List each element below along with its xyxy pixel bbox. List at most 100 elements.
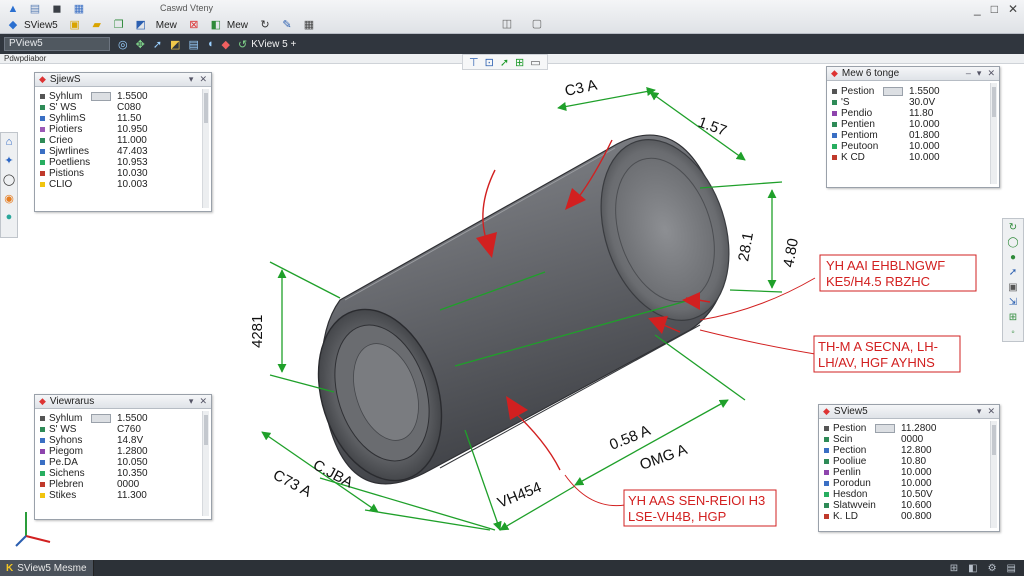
app-logo-icon[interactable]: ▲ <box>6 3 20 16</box>
green-circle-icon[interactable]: ● <box>1010 252 1016 263</box>
panel-menu-icon[interactable]: ▾ <box>189 396 194 407</box>
list-status-icon[interactable]: ▤ <box>1007 563 1016 574</box>
property-row[interactable]: Pe.DA 10.050 <box>35 457 211 468</box>
print-icon[interactable]: ▦ <box>72 3 86 16</box>
shape-icon[interactable]: ◆ <box>222 38 230 51</box>
property-row[interactable]: Syhons 14.8V <box>35 435 211 446</box>
measure-tool-icon[interactable]: ◖ <box>207 38 214 50</box>
panel-close-icon[interactable]: ✕ <box>987 406 995 417</box>
panel-close-icon[interactable]: ✕ <box>987 68 995 79</box>
grid-status-icon[interactable]: ⊞ <box>950 563 958 574</box>
snap-icon[interactable]: ⊞ <box>515 56 524 69</box>
property-input-box[interactable] <box>875 424 895 433</box>
rotate-right-icon[interactable]: ↻ <box>1009 222 1017 233</box>
properties-panel-top-left[interactable]: ◆ SjiewS ▾ ✕ Syhlum 1.5500 S' WS C080 SyhlimS… <box>34 72 212 212</box>
property-row[interactable]: Hesdon 10.50V <box>819 489 999 500</box>
panel-scrollbar[interactable] <box>990 83 997 184</box>
rotate-view-icon[interactable]: ◯ <box>3 173 15 186</box>
fit-view-icon[interactable]: ⊡ <box>485 56 494 69</box>
panel-close-icon[interactable]: ✕ <box>199 396 207 407</box>
cube-icon[interactable]: ◩ <box>170 38 180 51</box>
properties-panel-bottom-right[interactable]: ◆ SView5 ▾ ✕ Pestion 11.2800 Scin 0000 Pectio… <box>818 404 1000 532</box>
property-row[interactable]: Slatwvein 10.600 <box>819 500 999 511</box>
mesh-right-icon[interactable]: ⊞ <box>1009 312 1017 323</box>
property-row[interactable]: Penlin 10.000 <box>819 467 999 478</box>
property-row[interactable]: Pentien 10.000 <box>827 119 999 130</box>
properties-panel-top-right[interactable]: ◆ Mew 6 tonge – ▾ ✕ Pestion 1.5500 'S 30.0V Pe… <box>826 66 1000 188</box>
copy-icon[interactable]: ❐ <box>112 19 126 32</box>
home-view-icon[interactable]: ⌂ <box>6 136 13 148</box>
settings-status-icon[interactable]: ⚙ <box>988 563 997 574</box>
property-input-box[interactable] <box>91 92 111 101</box>
minimize-button[interactable]: _ <box>974 2 981 16</box>
cursor-right-icon[interactable]: ➚ <box>1009 267 1017 278</box>
maximize-button[interactable]: □ <box>991 2 998 16</box>
annotate-icon[interactable]: ✎ <box>280 19 294 32</box>
orient-icon[interactable]: ➚ <box>500 56 509 69</box>
app-label[interactable]: SView5 <box>24 20 58 31</box>
new-file-icon[interactable]: ▤ <box>28 3 42 16</box>
panel-scrollbar[interactable] <box>202 89 209 208</box>
property-row[interactable]: Pestion 11.2800 <box>819 423 999 434</box>
color-wheel-icon[interactable]: ◉ <box>4 192 14 205</box>
property-row[interactable]: Pendio 11.80 <box>827 108 999 119</box>
panel-menu-icon[interactable]: ▾ <box>189 74 194 85</box>
circle-tool-icon[interactable]: ◯ <box>1007 237 1018 248</box>
property-row[interactable]: Pentiom 01.800 <box>827 130 999 141</box>
panel-scrollbar[interactable] <box>202 411 209 516</box>
section-icon[interactable]: ◧ <box>209 19 223 32</box>
settings-icon[interactable]: ▭ <box>530 56 540 69</box>
refresh-icon[interactable]: ↺ <box>238 38 247 51</box>
property-row[interactable]: Piegom 1.2800 <box>35 446 211 457</box>
panel-header[interactable]: ◆ SView5 ▾ ✕ <box>819 405 999 419</box>
property-row[interactable]: Plebren 0000 <box>35 479 211 490</box>
property-row[interactable]: Sichens 10.350 <box>35 468 211 479</box>
property-input-box[interactable] <box>883 87 903 96</box>
property-row[interactable]: K CD 10.000 <box>827 152 999 163</box>
panel-scrollbar[interactable] <box>990 421 997 528</box>
property-row[interactable]: Sjwrlines 47.403 <box>35 146 211 157</box>
orbit-icon[interactable]: ✦ <box>4 154 13 167</box>
callout-1[interactable]: YH AAI EHBLNGWF KE5/H4.5 RBZHC <box>819 254 977 292</box>
layers-icon[interactable]: ◩ <box>134 19 148 32</box>
panel-header[interactable]: ◆ Viewrarus ▾ ✕ <box>35 395 211 409</box>
panel-menu-icon[interactable]: ▾ <box>977 406 982 417</box>
document-tab[interactable]: K SView5 Mesme <box>0 560 94 576</box>
properties-panel-bottom-left[interactable]: ◆ Viewrarus ▾ ✕ Syhlum 1.5500 S' WS C760 Syho… <box>34 394 212 520</box>
property-row[interactable]: S' WS C080 <box>35 102 211 113</box>
property-row[interactable]: Porodun 10.000 <box>819 478 999 489</box>
grid-icon[interactable]: ▦ <box>302 19 316 32</box>
folder-icon[interactable]: ▣ <box>68 19 82 32</box>
panel-header[interactable]: ◆ Mew 6 tonge – ▾ ✕ <box>827 67 999 81</box>
view-label-2[interactable]: Mew <box>227 20 248 31</box>
zoom-icon[interactable]: ◎ <box>118 38 128 51</box>
property-row[interactable]: 'S 30.0V <box>827 97 999 108</box>
property-row[interactable]: Poetliens 10.953 <box>35 157 211 168</box>
panel-minimize-icon[interactable]: – <box>966 68 971 79</box>
view-dropdown[interactable]: PView5 <box>4 37 110 51</box>
view-label-1[interactable]: Mew <box>156 20 177 31</box>
property-row[interactable]: Pistions 10.030 <box>35 168 211 179</box>
app-menu-icon[interactable]: ◆ <box>6 19 20 32</box>
callout-3[interactable]: YH AAS SEN-REIOI H3 LSE-VH4B, HGP <box>623 489 777 527</box>
property-row[interactable]: Piotiers 10.950 <box>35 124 211 135</box>
property-row[interactable]: Syhlum 1.5500 <box>35 91 211 102</box>
sphere-icon[interactable]: ● <box>6 211 13 223</box>
property-row[interactable]: Scin 0000 <box>819 434 999 445</box>
rotate-icon[interactable]: ↻ <box>258 19 272 32</box>
single-view-icon[interactable]: ▢ <box>530 18 544 31</box>
panel-header[interactable]: ◆ SjiewS ▾ ✕ <box>35 73 211 87</box>
view-tab-label[interactable]: KView 5 + <box>251 39 296 50</box>
property-row[interactable]: Syhlum 1.5500 <box>35 413 211 424</box>
arrow-right-icon[interactable]: ⇲ <box>1009 297 1017 308</box>
panel-close-icon[interactable]: ✕ <box>199 74 207 85</box>
property-row[interactable]: CLIO 10.003 <box>35 179 211 190</box>
panel-menu-icon[interactable]: ▾ <box>977 68 982 79</box>
property-row[interactable]: K. LD 00.800 <box>819 511 999 522</box>
callout-2[interactable]: TH-M A SECNA, LH- LH/AV, HGF AYHNS <box>813 335 961 373</box>
property-row[interactable]: SyhlimS 11.50 <box>35 113 211 124</box>
open-icon[interactable]: ▰ <box>90 19 104 32</box>
dot-right-icon[interactable]: ◦ <box>1011 327 1015 338</box>
pan-icon[interactable]: ✥ <box>136 38 145 51</box>
box-right-icon[interactable]: ▣ <box>1008 282 1017 293</box>
